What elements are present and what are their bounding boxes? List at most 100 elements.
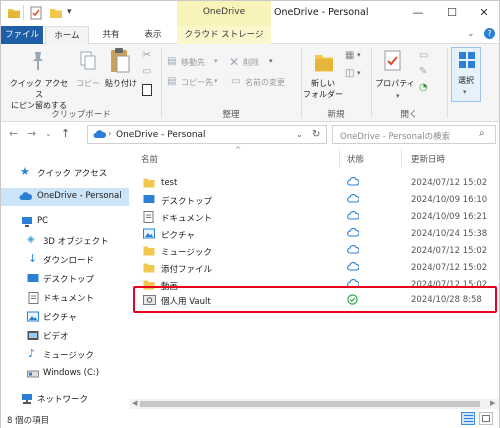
nav-item-label: ピクチャ <box>43 313 77 323</box>
scroll-left-icon[interactable]: ◀ <box>132 399 137 407</box>
nav-item-3d-objects[interactable]: ◈ 3D オブジェクト <box>1 232 129 250</box>
column-header-name[interactable]: 名前 <box>141 153 158 165</box>
address-bar[interactable]: › OneDrive - Personal ⌄ ↻ <box>87 125 327 144</box>
minimize-button[interactable]: — <box>403 3 433 23</box>
column-divider[interactable] <box>339 149 340 167</box>
forward-arrow-icon[interactable]: → <box>27 127 36 140</box>
delete-button[interactable]: 削除 <box>243 57 259 68</box>
ribbon-expand-icon[interactable]: ⌄ <box>467 29 475 39</box>
navigation-pane: ★ クイック アクセス OneDrive - Personal PC ◈ 3D … <box>1 146 129 411</box>
nav-item-pictures[interactable]: ピクチャ <box>1 308 129 326</box>
desktop-icon <box>143 194 155 205</box>
tab-file[interactable]: ファイル <box>1 26 43 44</box>
sort-indicator-icon: ^ <box>235 146 241 154</box>
select-label: 選択 <box>458 76 474 85</box>
edit-icon[interactable]: ✎ <box>419 66 427 77</box>
highlight-box <box>133 286 497 313</box>
tab-cloud-storage[interactable]: クラウド ストレージ <box>177 26 271 44</box>
horizontal-scrollbar[interactable]: ◀ ▶ <box>130 399 499 409</box>
new-folder-button[interactable]: 新しい フォルダー <box>303 78 343 100</box>
select-button[interactable]: 選択 ▾ <box>451 47 481 102</box>
nav-item-pc[interactable]: PC <box>1 213 129 231</box>
nav-item-quick-access[interactable]: ★ クイック アクセス <box>1 164 129 182</box>
open-icon[interactable]: ▭ <box>419 50 428 61</box>
customize-quick-access-icon[interactable]: ▾ <box>67 7 81 21</box>
nav-item-downloads[interactable]: ↓ ダウンロード <box>1 251 129 269</box>
nav-item-windows-c[interactable]: Windows (C:) <box>1 365 129 383</box>
details-view-button[interactable] <box>461 412 475 425</box>
search-input[interactable]: OneDrive - Personalの検索 <box>340 130 450 142</box>
window-title: OneDrive - Personal <box>274 7 369 18</box>
breadcrumb-chevron-icon[interactable]: › <box>108 129 111 138</box>
paste-icon <box>109 47 131 78</box>
refresh-icon[interactable]: ↻ <box>312 129 320 140</box>
properties-dropdown-icon[interactable]: ▾ <box>396 92 400 100</box>
file-row[interactable]: test 2024/07/12 15:02 <box>139 175 495 191</box>
tab-share[interactable]: 共有 <box>91 26 131 44</box>
file-row[interactable]: ドキュメント 2024/10/09 16:21 <box>139 209 495 225</box>
scroll-right-icon[interactable]: ▶ <box>490 399 495 407</box>
nav-item-label: PC <box>37 216 49 226</box>
file-row[interactable]: ピクチャ 2024/10/24 15:38 <box>139 226 495 242</box>
nav-item-label: ビデオ <box>43 332 69 342</box>
cut-icon[interactable]: ✂ <box>142 48 151 61</box>
column-header-modified[interactable]: 更新日時 <box>411 153 445 165</box>
large-icons-view-button[interactable] <box>479 412 493 425</box>
file-name: ミュージック <box>161 248 212 258</box>
up-arrow-icon[interactable]: ↑ <box>61 127 70 140</box>
nav-item-label: OneDrive - Personal <box>37 191 122 201</box>
help-icon[interactable]: ? <box>484 28 495 39</box>
nav-item-documents[interactable]: ドキュメント <box>1 289 129 307</box>
move-to-button[interactable]: 移動先 <box>181 57 205 68</box>
easy-access-icon[interactable]: ◫ <box>345 68 354 79</box>
paste-shortcut-icon[interactable] <box>142 84 152 96</box>
drive-icon <box>27 368 39 380</box>
tab-home[interactable]: ホーム <box>45 26 89 44</box>
file-name: 添付ファイル <box>161 265 213 275</box>
address-dropdown-icon[interactable]: ⌄ <box>296 130 303 139</box>
column-divider[interactable] <box>401 149 402 167</box>
easy-access-dropdown-icon[interactable]: ▾ <box>357 69 361 77</box>
close-button[interactable]: ✕ <box>469 3 499 23</box>
pc-icon <box>21 216 33 228</box>
file-modified: 2024/10/09 16:21 <box>411 212 488 222</box>
new-item-dropdown-icon[interactable]: ▾ <box>357 51 361 59</box>
file-row[interactable]: 添付ファイル 2024/07/12 15:02 <box>139 260 495 276</box>
copy-button[interactable]: コピー <box>75 78 101 89</box>
nav-item-videos[interactable]: ビデオ <box>1 327 129 345</box>
cloud-status-icon <box>347 177 360 189</box>
select-icon <box>458 51 476 72</box>
pin-to-quick-access-button[interactable]: クイック アクセス にピン留めする <box>7 78 71 111</box>
nav-item-onedrive[interactable]: OneDrive - Personal <box>1 188 129 206</box>
file-row[interactable]: デスクトップ 2024/10/09 16:10 <box>139 192 495 208</box>
copy-to-button[interactable]: コピー先 <box>181 77 213 88</box>
tab-view[interactable]: 表示 <box>133 26 173 44</box>
properties-button[interactable]: プロパティ <box>373 78 417 89</box>
cloud-status-icon <box>347 262 360 274</box>
scroll-thumb[interactable] <box>140 401 480 407</box>
pin-icon <box>29 50 47 75</box>
nav-item-network[interactable]: ネットワーク <box>1 390 129 408</box>
rename-button[interactable]: 名前の変更 <box>245 77 285 88</box>
search-box[interactable]: OneDrive - Personalの検索 ⌕ <box>332 125 496 144</box>
history-icon[interactable]: ◔ <box>419 82 428 93</box>
new-item-icon[interactable]: ▦ <box>345 50 354 61</box>
new-folder-quick-icon[interactable] <box>49 6 63 20</box>
back-arrow-icon[interactable]: ← <box>9 127 18 140</box>
nav-item-label: デスクトップ <box>43 275 95 285</box>
maximize-button[interactable]: ☐ <box>437 3 467 23</box>
nav-item-music[interactable]: ♪ ミュージック <box>1 346 129 364</box>
copy-to-dropdown-icon[interactable]: ▾ <box>214 77 218 85</box>
copy-path-icon[interactable]: ▭ <box>142 66 151 77</box>
file-row[interactable]: ミュージック 2024/07/12 15:02 <box>139 243 495 259</box>
ribbon: クイック アクセス にピン留めする コピー 貼り付け ✂ ▭ クリップボード ▤… <box>1 44 499 122</box>
ribbon-divider <box>447 48 448 118</box>
address-row: ← → ⌄ ↑ › OneDrive - Personal ⌄ ↻ OneDri… <box>1 122 499 146</box>
recent-locations-icon[interactable]: ⌄ <box>45 129 52 138</box>
properties-quick-icon[interactable] <box>29 6 43 20</box>
nav-item-desktop[interactable]: デスクトップ <box>1 270 129 288</box>
column-header-status[interactable]: 状態 <box>347 153 364 165</box>
paste-button[interactable]: 貼り付け <box>103 78 139 89</box>
move-to-dropdown-icon[interactable]: ▾ <box>214 57 218 65</box>
delete-dropdown-icon[interactable]: ▾ <box>269 57 273 65</box>
